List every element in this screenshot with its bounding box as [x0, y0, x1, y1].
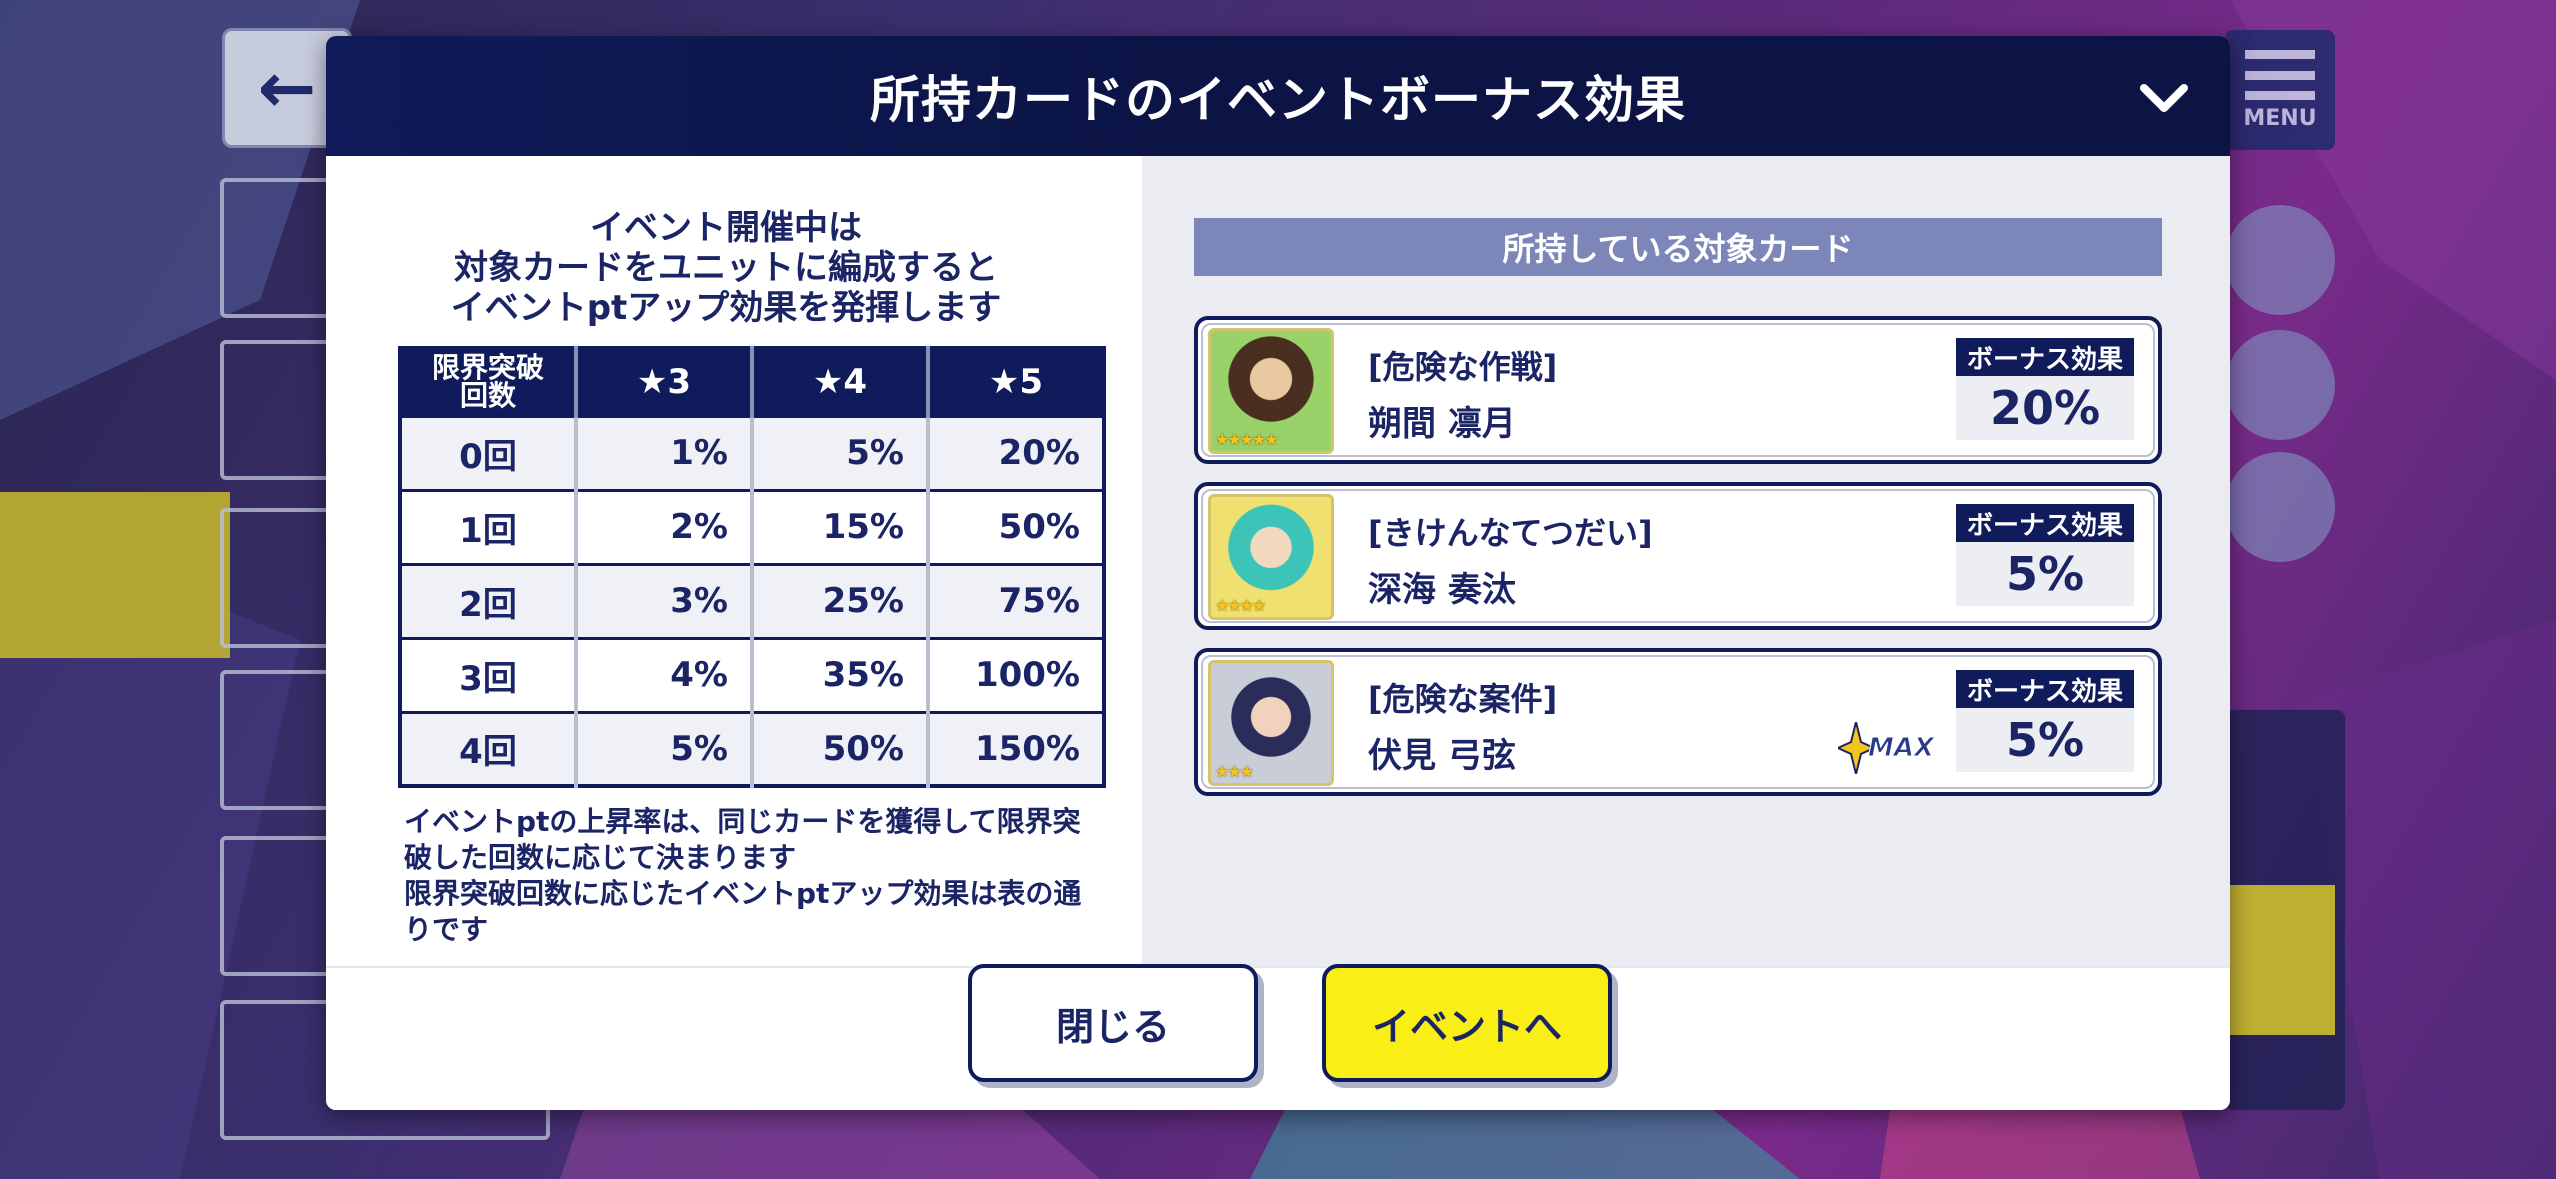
rarity-stars: ★★★ — [1215, 762, 1254, 781]
table-cell: 2回 — [400, 562, 578, 638]
table-cell: 3回 — [400, 636, 578, 712]
max-label: MAX — [1867, 733, 1935, 764]
dialog-title: 所持カードのイベントボーナス効果 — [870, 71, 1686, 129]
table-cell: 15% — [752, 488, 930, 564]
table-cell: 100% — [928, 636, 1104, 712]
table-cell: 20% — [928, 414, 1104, 490]
owned-cards-header: 所持している対象カード — [1194, 218, 2162, 276]
table-header-row: 限界突破 回数 ★3 ★4 ★5 — [400, 348, 1104, 416]
table-cell: 25% — [752, 562, 930, 638]
owned-card-item[interactable]: ★★★★ [きけんなてつだい] 深海 奏汰 ボーナス効果 5% — [1194, 482, 2162, 630]
card-character-name: 深海 奏汰 — [1368, 570, 1516, 610]
table-cell: 35% — [752, 636, 930, 712]
selected-row-highlight — [0, 492, 230, 658]
table-cell: 1回 — [400, 488, 578, 564]
bonus-effect-value: 20% — [1956, 376, 2134, 440]
table-cell: 2% — [576, 488, 754, 564]
header-line: 限界突破 — [431, 351, 544, 385]
back-arrow-icon: ← — [257, 47, 317, 129]
table-cell: 50% — [928, 488, 1104, 564]
table-row: 2回 3% 25% 75% — [400, 562, 1104, 638]
note-line: イベントptの上昇率は、同じカードを獲得して限界突 — [404, 805, 1081, 838]
bonus-rules-pane: イベント開催中は 対象カードをユニットに編成すると イベントptアップ効果を発揮… — [326, 156, 1142, 966]
note-line: りです — [404, 913, 489, 946]
table-cell: 75% — [928, 562, 1104, 638]
note-line: 限界突破回数に応じたイベントptアップ効果は表の通 — [404, 877, 1082, 910]
card-title: [危険な作戦] — [1368, 348, 1558, 386]
rarity-stars: ★★★★ — [1215, 596, 1266, 615]
note-line: 破した回数に応じて決まります — [404, 841, 797, 874]
bonus-effect-label: ボーナス効果 — [1956, 338, 2134, 376]
bonus-effect-label: ボーナス効果 — [1956, 670, 2134, 708]
menu-label: MENU — [2243, 105, 2317, 131]
event-bonus-dialog: 所持カードのイベントボーナス効果 イベント開催中は 対象カードをユニットに編成す… — [326, 36, 2230, 1110]
costume-try-button[interactable] — [2225, 330, 2335, 440]
menu-button[interactable]: MENU — [2225, 30, 2335, 150]
table-header-star3: ★3 — [576, 348, 754, 416]
card-title: [危険な案件] — [1368, 680, 1558, 718]
right-yellow-button[interactable] — [2225, 885, 2335, 1035]
rarity-stars: ★★★★★ — [1215, 430, 1279, 449]
table-cell: 5% — [576, 710, 754, 786]
intro-line: イベントptアップ効果を発揮します — [450, 288, 1002, 328]
header-line: 回数 — [459, 379, 516, 413]
table-row: 0回 1% 5% 20% — [400, 414, 1104, 490]
table-cell: 0回 — [400, 414, 578, 490]
table-cell: 150% — [928, 710, 1104, 786]
card-thumbnail: ★★★ — [1208, 660, 1334, 786]
owned-cards-pane: 所持している対象カード ★★★★★ [危険な作戦] 朔間 凛月 ボーナス効果 2… — [1142, 156, 2230, 966]
bonus-effect-box: ボーナス効果 5% — [1956, 504, 2134, 606]
explanation-note: イベントptの上昇率は、同じカードを獲得して限界突 破した回数に応じて決まります… — [404, 804, 1114, 948]
card-button[interactable] — [2225, 452, 2335, 562]
bonus-effect-box: ボーナス効果 5% — [1956, 670, 2134, 772]
table-header-star5: ★5 — [928, 348, 1104, 416]
table-cell: 4% — [576, 636, 754, 712]
mv-costume-try-button[interactable] — [2225, 205, 2335, 315]
table-cell: 1% — [576, 414, 754, 490]
dialog-header: 所持カードのイベントボーナス効果 — [326, 36, 2230, 156]
close-button[interactable]: 閉じる — [968, 964, 1258, 1082]
intro-text: イベント開催中は 対象カードをユニットに編成すると イベントptアップ効果を発揮… — [366, 208, 1086, 328]
dialog-footer — [326, 966, 2230, 1110]
card-character-name: 伏見 弓弦 — [1368, 736, 1516, 776]
card-thumbnail: ★★★★★ — [1208, 328, 1334, 454]
card-title: [きけんなてつだい] — [1368, 514, 1653, 552]
go-to-event-button[interactable]: イベントへ — [1322, 964, 1612, 1082]
bonus-effect-label: ボーナス効果 — [1956, 504, 2134, 542]
bonus-effect-box: ボーナス効果 20% — [1956, 338, 2134, 440]
bonus-effect-value: 5% — [1956, 542, 2134, 606]
table-row: 4回 5% 50% 150% — [400, 710, 1104, 786]
intro-line: 対象カードをユニットに編成すると — [454, 248, 998, 288]
card-character-name: 朔間 凛月 — [1368, 404, 1516, 444]
chevron-down-icon[interactable] — [2136, 70, 2192, 126]
table-cell: 5% — [752, 414, 930, 490]
max-limit-break-badge: MAX — [1838, 720, 1938, 776]
intro-line: イベント開催中は — [590, 208, 862, 248]
table-row: 3回 4% 35% 100% — [400, 636, 1104, 712]
table-cell: 3% — [576, 562, 754, 638]
table-row: 1回 2% 15% 50% — [400, 488, 1104, 564]
table-header-limit-break: 限界突破 回数 — [400, 348, 578, 416]
card-thumbnail: ★★★★ — [1208, 494, 1334, 620]
owned-card-item[interactable]: ★★★★★ [危険な作戦] 朔間 凛月 ボーナス効果 20% — [1194, 316, 2162, 464]
table-cell: 50% — [752, 710, 930, 786]
table-header-star4: ★4 — [752, 348, 930, 416]
table-cell: 4回 — [400, 710, 578, 786]
hamburger-icon — [2245, 49, 2315, 100]
bonus-table: 限界突破 回数 ★3 ★4 ★5 0回 1% 5% 20% 1回 2% 15% … — [398, 346, 1106, 788]
bonus-effect-value: 5% — [1956, 708, 2134, 772]
owned-card-item[interactable]: ★★★ [危険な案件] 伏見 弓弦 MAX ボーナス効果 5% — [1194, 648, 2162, 796]
